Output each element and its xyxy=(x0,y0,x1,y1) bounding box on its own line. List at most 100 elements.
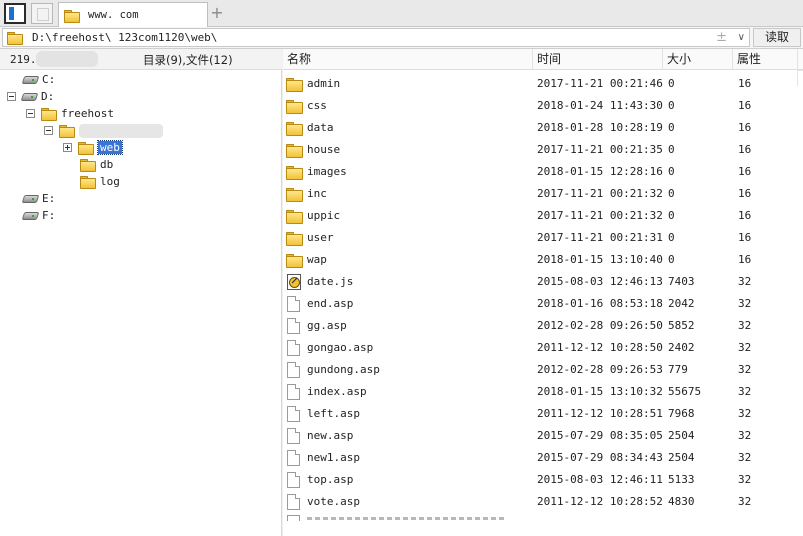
file-attr: 16 xyxy=(738,121,752,134)
file-time: 2015-08-03 12:46:13 xyxy=(537,275,663,288)
file-time: 2012-02-28 09:26:53 xyxy=(537,363,663,376)
table-row[interactable]: user 2017-11-21 00:21:31 0 16 xyxy=(283,227,795,249)
file-size: 0 xyxy=(668,209,675,222)
file-time: 2015-08-03 12:46:11 xyxy=(537,473,663,486)
column-attr-header[interactable]: 属性 xyxy=(733,49,798,70)
file-name: left.asp xyxy=(307,407,360,420)
tree-item-log[interactable]: log xyxy=(79,173,120,190)
tree-item-db[interactable]: db xyxy=(79,156,113,173)
expand-icon[interactable] xyxy=(63,143,72,152)
table-row[interactable]: uppic 2017-11-21 00:21:32 0 16 xyxy=(283,205,795,227)
read-button[interactable]: 读取 xyxy=(753,28,801,47)
toggle-panel-button[interactable] xyxy=(4,3,26,24)
table-row[interactable]: new1.asp 2015-07-29 08:34:43 2504 32 xyxy=(283,447,795,469)
tree-label: db xyxy=(100,158,114,171)
file-icon-glyph xyxy=(287,384,300,400)
file-icon xyxy=(286,494,302,510)
table-row[interactable]: admin 2017-11-21 00:21:46 0 16 xyxy=(283,73,795,95)
collapse-icon[interactable] xyxy=(26,109,35,118)
tree-item-c-drive[interactable]: C: xyxy=(22,71,55,88)
tree-item-freehost[interactable]: freehost xyxy=(26,105,114,122)
table-row[interactable]: css 2018-01-24 11:43:30 0 16 xyxy=(283,95,795,117)
file-time: 2018-01-16 08:53:18 xyxy=(537,297,663,310)
file-icon-glyph xyxy=(287,472,300,488)
file-attr: 32 xyxy=(738,297,752,310)
file-attr: 32 xyxy=(738,451,752,464)
scrollbar[interactable] xyxy=(797,70,803,86)
new-tab-button[interactable]: + xyxy=(210,5,224,21)
folder-icon xyxy=(286,142,303,158)
file-name: vote.asp xyxy=(307,495,360,508)
file-attr: 16 xyxy=(738,187,752,200)
file-icon xyxy=(286,384,302,400)
tree-label-selected: web xyxy=(97,140,123,155)
table-row[interactable]: left.asp 2011-12-12 10:28:51 7968 32 xyxy=(283,403,795,425)
table-row[interactable]: new.asp 2015-07-29 08:35:05 2504 32 xyxy=(283,425,795,447)
file-size: 779 xyxy=(668,363,688,376)
drive-icon xyxy=(22,193,38,204)
tree-item-web[interactable]: web xyxy=(63,139,123,156)
file-size: 7968 xyxy=(668,407,695,420)
blank-page-button[interactable] xyxy=(31,3,53,24)
table-row[interactable]: data 2018-01-28 10:28:19 0 16 xyxy=(283,117,795,139)
file-size: 0 xyxy=(668,231,675,244)
file-name: gg.asp xyxy=(307,319,347,332)
file-name: house xyxy=(307,143,341,156)
column-size-header[interactable]: 大小 xyxy=(663,49,733,70)
path-input[interactable]: D:\freehost\ 123com1120\web\ ± ∨ xyxy=(2,28,750,47)
tree-label: C: xyxy=(42,73,56,86)
file-attr: 16 xyxy=(738,231,752,244)
folder-icon-glyph xyxy=(286,231,303,246)
column-time-header[interactable]: 时间 xyxy=(533,49,663,70)
file-size: 2402 xyxy=(668,341,695,354)
table-row[interactable]: gundong.asp 2012-02-28 09:26:53 779 32 xyxy=(283,359,795,381)
file-icon-glyph xyxy=(287,296,300,312)
table-row[interactable]: top.asp 2015-08-03 12:46:11 5133 32 xyxy=(283,469,795,491)
table-row[interactable]: vote.asp 2011-12-12 10:28:52 4830 32 xyxy=(283,491,795,513)
drive-icon xyxy=(22,210,38,221)
file-time: 2018-01-15 13:10:32 xyxy=(537,385,663,398)
file-time: 2018-01-24 11:43:30 xyxy=(537,99,663,112)
table-row[interactable]: wap 2018-01-15 13:10:40 0 16 xyxy=(283,249,795,271)
file-size: 5852 xyxy=(668,319,695,332)
file-name: inc xyxy=(307,187,327,200)
tree-item-site-folder[interactable] xyxy=(44,122,163,139)
file-time: 2011-12-12 10:28:51 xyxy=(537,407,663,420)
table-row[interactable]: date.js 2015-08-03 12:46:13 7403 32 xyxy=(283,271,795,293)
file-name: date.js xyxy=(307,275,354,288)
table-row[interactable]: images 2018-01-15 12:28:16 0 16 xyxy=(283,161,795,183)
tree-item-e-drive[interactable]: E: xyxy=(22,190,55,207)
file-time: 2011-12-12 10:28:50 xyxy=(537,341,663,354)
chevron-down-icon[interactable]: ∨ xyxy=(738,29,745,46)
path-extra-icon[interactable]: ± xyxy=(716,29,727,46)
file-size: 0 xyxy=(668,143,675,156)
drive-icon xyxy=(21,91,37,102)
folder-icon-glyph xyxy=(286,121,303,136)
file-attr: 32 xyxy=(738,407,752,420)
tab-active[interactable]: www. com xyxy=(58,2,208,27)
file-attr: 16 xyxy=(738,165,752,178)
file-icon xyxy=(287,515,300,521)
table-row[interactable]: gongao.asp 2011-12-12 10:28:50 2402 32 xyxy=(283,337,795,359)
file-name: new.asp xyxy=(307,429,354,442)
tree-item-d-drive[interactable]: D: xyxy=(7,88,54,105)
tree-item-f-drive[interactable]: F: xyxy=(22,207,55,224)
collapse-icon[interactable] xyxy=(44,126,53,135)
tree-label: log xyxy=(100,175,120,188)
collapse-icon[interactable] xyxy=(7,92,16,101)
file-icon-glyph xyxy=(287,428,300,444)
folder-icon xyxy=(58,124,75,138)
tree-label: E: xyxy=(42,192,56,205)
table-row[interactable]: end.asp 2018-01-16 08:53:18 2042 32 xyxy=(283,293,795,315)
file-icon xyxy=(286,362,302,378)
file-time: 2018-01-15 13:10:40 xyxy=(537,253,663,266)
column-name-header[interactable]: 名称 xyxy=(283,49,533,70)
file-time: 2017-11-21 00:21:46 xyxy=(537,77,663,90)
table-row[interactable]: house 2017-11-21 00:21:35 0 16 xyxy=(283,139,795,161)
table-row[interactable]: inc 2017-11-21 00:21:32 0 16 xyxy=(283,183,795,205)
table-row[interactable]: gg.asp 2012-02-28 09:26:50 5852 32 xyxy=(283,315,795,337)
table-row[interactable]: index.asp 2018-01-15 13:10:32 55675 32 xyxy=(283,381,795,403)
path-text: D:\freehost\ 123com1120\web\ xyxy=(32,31,218,44)
folder-icon-glyph xyxy=(286,187,303,202)
script-file-icon-glyph xyxy=(287,274,301,290)
